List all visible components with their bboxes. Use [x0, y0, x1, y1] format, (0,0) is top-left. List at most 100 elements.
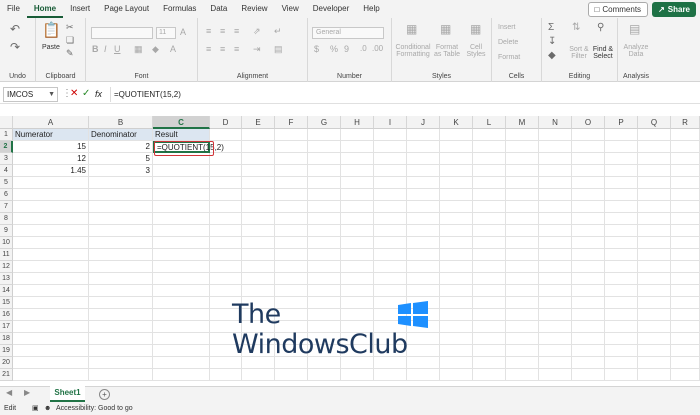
cell[interactable]: [539, 345, 572, 357]
cell[interactable]: [374, 129, 407, 141]
fill-color-icon[interactable]: ◆: [152, 44, 159, 55]
cell[interactable]: [473, 357, 506, 369]
row-header[interactable]: 10: [0, 237, 13, 249]
cell[interactable]: [539, 213, 572, 225]
scroll-right-icon[interactable]: ▶: [24, 388, 30, 397]
cell[interactable]: [440, 249, 473, 261]
cell[interactable]: [473, 261, 506, 273]
tab-help[interactable]: Help: [356, 0, 386, 18]
cell[interactable]: [572, 129, 605, 141]
cell[interactable]: [308, 177, 341, 189]
cell[interactable]: [506, 189, 539, 201]
cell[interactable]: [89, 309, 153, 321]
share-button[interactable]: ↗ Share: [652, 2, 696, 17]
cell[interactable]: [506, 309, 539, 321]
cell[interactable]: [308, 369, 341, 381]
font-size-select[interactable]: 11: [156, 27, 176, 39]
cell[interactable]: [341, 129, 374, 141]
sheet-tab[interactable]: Sheet1: [50, 386, 85, 402]
name-box[interactable]: IMCOS ▼: [3, 87, 58, 102]
column-header[interactable]: J: [407, 116, 440, 129]
row-header[interactable]: 1: [0, 129, 13, 141]
cell[interactable]: [275, 177, 308, 189]
cell[interactable]: [506, 165, 539, 177]
cell[interactable]: [407, 201, 440, 213]
column-header[interactable]: A: [13, 116, 89, 129]
cell[interactable]: [210, 177, 242, 189]
cell[interactable]: [572, 237, 605, 249]
cell[interactable]: 3: [89, 165, 153, 177]
cell[interactable]: [13, 261, 89, 273]
cell[interactable]: [407, 357, 440, 369]
cell[interactable]: [638, 285, 671, 297]
cell[interactable]: [539, 369, 572, 381]
cell[interactable]: [210, 273, 242, 285]
cell[interactable]: [605, 333, 638, 345]
cell[interactable]: [210, 237, 242, 249]
cell[interactable]: [440, 297, 473, 309]
cell[interactable]: [308, 213, 341, 225]
cell[interactable]: [275, 213, 308, 225]
cell[interactable]: [572, 285, 605, 297]
increase-decimal-icon[interactable]: .0: [360, 44, 367, 53]
cell[interactable]: [440, 285, 473, 297]
cell[interactable]: [275, 249, 308, 261]
cell[interactable]: [638, 129, 671, 141]
cell[interactable]: [473, 321, 506, 333]
row-header[interactable]: 9: [0, 225, 13, 237]
underline-icon[interactable]: U: [114, 44, 121, 54]
column-header[interactable]: P: [605, 116, 638, 129]
cell[interactable]: [506, 129, 539, 141]
row-header[interactable]: 16: [0, 309, 13, 321]
cell[interactable]: [440, 153, 473, 165]
cell[interactable]: [374, 369, 407, 381]
column-header[interactable]: R: [671, 116, 700, 129]
cell[interactable]: [407, 177, 440, 189]
cell[interactable]: [605, 297, 638, 309]
cell[interactable]: [506, 225, 539, 237]
column-header[interactable]: Q: [638, 116, 671, 129]
paste-icon[interactable]: 📋: [42, 21, 61, 39]
row-header[interactable]: 14: [0, 285, 13, 297]
cell[interactable]: [473, 201, 506, 213]
cell[interactable]: [506, 357, 539, 369]
row-header[interactable]: 17: [0, 321, 13, 333]
cell[interactable]: [153, 297, 210, 309]
cell[interactable]: [153, 273, 210, 285]
row-header[interactable]: 4: [0, 165, 13, 177]
cell[interactable]: [572, 369, 605, 381]
cell[interactable]: [407, 273, 440, 285]
cell[interactable]: [671, 297, 700, 309]
cell[interactable]: [539, 297, 572, 309]
cell[interactable]: [210, 189, 242, 201]
cell[interactable]: [374, 285, 407, 297]
cut-icon[interactable]: ✂: [66, 22, 74, 33]
cell[interactable]: [153, 345, 210, 357]
cell[interactable]: [407, 213, 440, 225]
cell[interactable]: [572, 249, 605, 261]
cell[interactable]: [539, 177, 572, 189]
font-size-grow-icon[interactable]: A: [180, 27, 186, 37]
cell[interactable]: [153, 237, 210, 249]
comma-icon[interactable]: 9: [344, 44, 349, 54]
cell[interactable]: [473, 309, 506, 321]
cell[interactable]: [374, 141, 407, 153]
cell[interactable]: [440, 177, 473, 189]
cell[interactable]: [572, 345, 605, 357]
cell[interactable]: [473, 249, 506, 261]
insert-cells-button[interactable]: Insert: [498, 24, 516, 31]
column-header[interactable]: F: [275, 116, 308, 129]
row-header[interactable]: 11: [0, 249, 13, 261]
cancel-icon[interactable]: ✕: [70, 87, 78, 101]
sort-filter-label[interactable]: Sort & Filter: [568, 46, 590, 60]
cell[interactable]: [671, 321, 700, 333]
cell[interactable]: [473, 333, 506, 345]
cell[interactable]: [506, 261, 539, 273]
cell[interactable]: [374, 165, 407, 177]
cell[interactable]: [153, 285, 210, 297]
cell[interactable]: [13, 369, 89, 381]
cell[interactable]: [638, 273, 671, 285]
cell[interactable]: [605, 249, 638, 261]
cell[interactable]: [440, 201, 473, 213]
comments-button[interactable]: □ Comments: [587, 2, 649, 17]
